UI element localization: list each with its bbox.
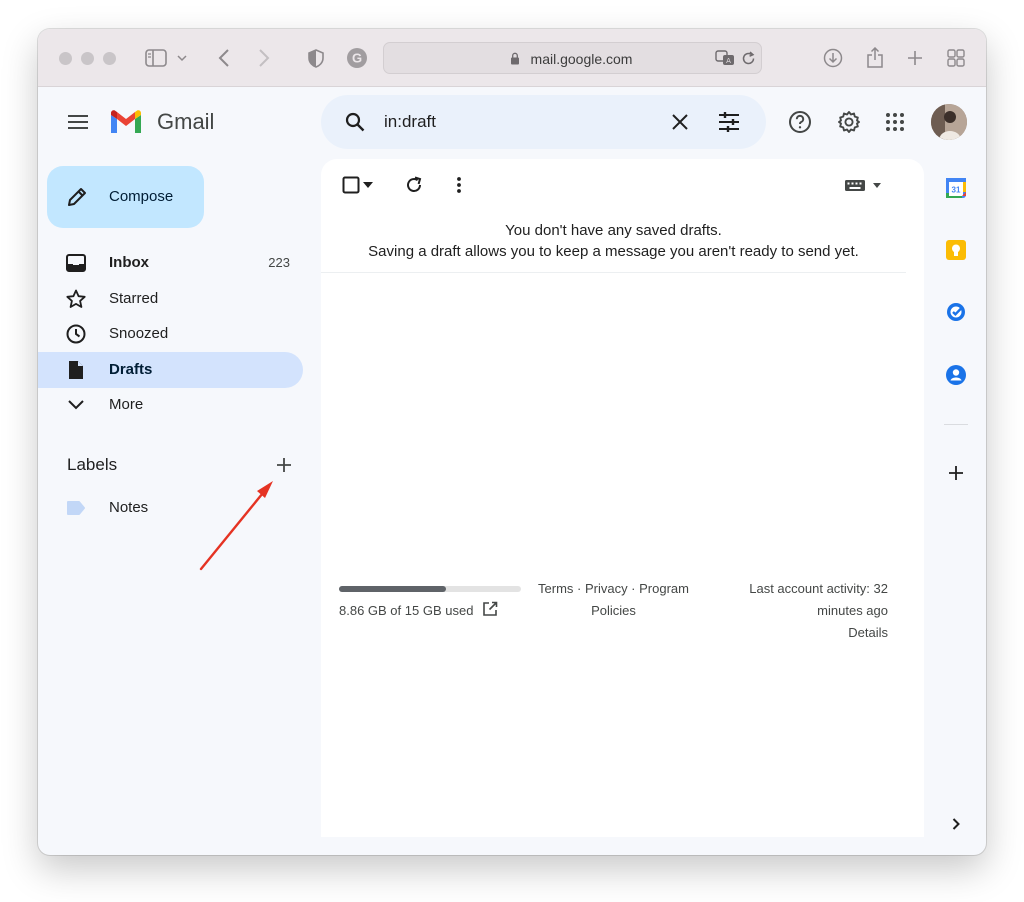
browser-toolbar: G mail.google.com A	[38, 29, 986, 87]
reload-icon[interactable]	[736, 46, 760, 70]
svg-text:G: G	[352, 51, 362, 66]
svg-text:A: A	[726, 57, 731, 65]
footer-links-line2[interactable]: Policies	[531, 600, 696, 622]
sidebar-item-label: Starred	[109, 290, 159, 307]
search-icon[interactable]	[341, 108, 369, 136]
google-apps-grid-icon[interactable]	[881, 108, 909, 136]
search-bar[interactable]: in:draft	[321, 95, 766, 149]
sidebar-item-more[interactable]: More	[38, 387, 303, 423]
grammarly-extension-icon[interactable]: G	[345, 46, 369, 70]
rail-divider	[944, 424, 968, 425]
search-input[interactable]: in:draft	[384, 112, 436, 132]
footer-links-line1[interactable]: Terms · Privacy · Program	[531, 578, 696, 600]
last-activity-line2: minutes ago	[817, 603, 888, 618]
sidebar-item-starred[interactable]: Starred	[38, 281, 303, 317]
show-side-panel-chevron-icon[interactable]	[944, 812, 968, 836]
google-contacts-icon[interactable]	[944, 363, 968, 387]
draft-file-icon	[65, 359, 87, 381]
last-activity-line1: Last account activity: 32	[749, 581, 888, 596]
open-in-new-icon[interactable]	[479, 598, 501, 620]
sidebar-item-inbox[interactable]: Inbox 223	[38, 245, 303, 281]
browser-window: G mail.google.com A Gmail in:draft Compo…	[38, 29, 986, 855]
inbox-icon	[65, 252, 87, 274]
refresh-icon[interactable]	[400, 171, 428, 199]
google-tasks-icon[interactable]	[944, 300, 968, 324]
activity-details-link[interactable]: Details	[716, 622, 888, 644]
storage-usage-fill	[339, 586, 447, 592]
label-tag-icon	[65, 497, 87, 519]
unread-count: 223	[268, 255, 290, 270]
address-url: mail.google.com	[530, 51, 633, 67]
storage-usage-bar	[339, 586, 521, 592]
star-icon	[65, 288, 87, 310]
tab-overview-icon[interactable]	[944, 46, 968, 70]
select-options-chevron-icon[interactable]	[360, 171, 376, 199]
sidebar-item-label: Snoozed	[109, 325, 169, 342]
gmail-logo[interactable]	[109, 109, 145, 136]
more-options-icon[interactable]	[445, 171, 473, 199]
sidebar-toggle-icon[interactable]	[144, 46, 168, 70]
close-window-button[interactable]	[59, 52, 72, 65]
clock-icon	[65, 323, 87, 345]
calendar-day-number: 31	[952, 186, 961, 195]
pencil-icon	[66, 186, 88, 208]
input-tools-keyboard-icon[interactable]	[842, 171, 886, 199]
sidebar-item-drafts[interactable]: Drafts	[38, 352, 303, 388]
forward-icon[interactable]	[252, 46, 276, 70]
message-list-panel: You don't have any saved drafts. Saving …	[321, 159, 924, 837]
sidebar-item-label: Inbox	[109, 254, 149, 271]
sidebar-item-label: Drafts	[109, 361, 153, 378]
sidebar-menu-chevron-icon[interactable]	[174, 46, 190, 70]
chevron-down-icon	[65, 394, 87, 416]
share-icon[interactable]	[863, 46, 887, 70]
sidebar-item-label: Notes	[109, 499, 149, 516]
minimize-window-button[interactable]	[81, 52, 94, 65]
last-activity: Last account activity: 32 minutes ago De…	[716, 578, 888, 644]
settings-gear-icon[interactable]	[835, 108, 863, 136]
translate-icon[interactable]: A	[713, 46, 737, 70]
labels-heading: Labels	[67, 455, 118, 474]
downloads-icon[interactable]	[821, 46, 845, 70]
list-divider	[321, 272, 906, 273]
support-help-icon[interactable]	[786, 108, 814, 136]
empty-state-subtitle: Saving a draft allows you to keep a mess…	[368, 243, 859, 260]
sidebar-item-snoozed[interactable]: Snoozed	[38, 316, 303, 352]
search-options-icon[interactable]	[715, 108, 743, 136]
address-bar[interactable]: mail.google.com A	[383, 42, 762, 74]
app-brand-name: Gmail	[157, 109, 215, 134]
privacy-shield-icon[interactable]	[304, 46, 328, 70]
storage-usage-text[interactable]: 8.86 GB of 15 GB used	[339, 600, 473, 622]
zoom-window-button[interactable]	[103, 52, 116, 65]
google-calendar-icon[interactable]: 31	[944, 176, 968, 200]
main-menu-icon[interactable]	[64, 108, 92, 136]
new-tab-icon[interactable]	[903, 46, 927, 70]
compose-button[interactable]: Compose	[47, 166, 204, 228]
sidebar-item-label: More	[109, 396, 144, 413]
annotation-arrow	[199, 481, 273, 571]
footer-links[interactable]: Terms · Privacy · Program Policies	[531, 578, 696, 622]
compose-label: Compose	[109, 188, 174, 205]
empty-state-title: You don't have any saved drafts.	[505, 222, 722, 239]
account-avatar[interactable]	[931, 104, 967, 140]
clear-search-icon[interactable]	[666, 108, 694, 136]
google-keep-icon[interactable]	[944, 238, 968, 262]
back-icon[interactable]	[212, 46, 236, 70]
get-add-ons-plus-icon[interactable]	[944, 461, 968, 485]
